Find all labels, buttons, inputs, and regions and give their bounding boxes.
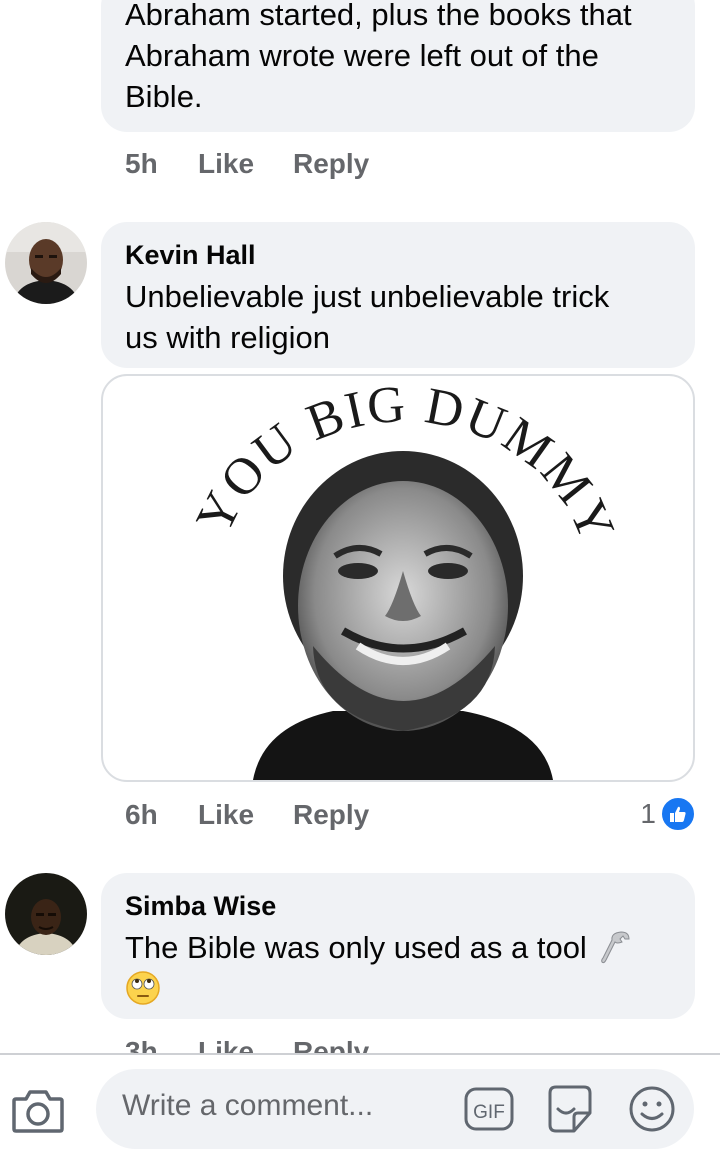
like-button[interactable]: Like bbox=[198, 799, 254, 831]
comment-time: 5h bbox=[125, 148, 158, 179]
emoji-icon[interactable] bbox=[628, 1085, 676, 1138]
sticker-icon[interactable] bbox=[544, 1083, 596, 1140]
comment-image[interactable]: YOU BIG DUMMY bbox=[101, 374, 695, 782]
comment-text-line: Abraham started, plus the books that bbox=[125, 0, 632, 32]
reaction-summary[interactable]: 1 bbox=[640, 796, 696, 832]
comment-input[interactable]: Write a comment... GIF bbox=[96, 1069, 694, 1149]
like-button[interactable]: Like bbox=[198, 148, 254, 180]
gif-icon[interactable]: GIF bbox=[464, 1087, 514, 1136]
comment-bubble: Kevin Hall Unbelievable just unbelievabl… bbox=[101, 222, 695, 368]
camera-icon[interactable] bbox=[12, 1087, 64, 1138]
comment-text-line: Bible. bbox=[125, 79, 203, 114]
comment-input-placeholder: Write a comment... bbox=[122, 1089, 374, 1122]
comment-text-line: Abraham wrote were left out of the bbox=[125, 38, 599, 73]
comment-text: Unbelievable just unbelievable trick us … bbox=[125, 276, 671, 358]
comment-text-line: us with religion bbox=[125, 320, 331, 355]
comment-time: 6h bbox=[125, 799, 158, 830]
comment-text: The Bible was only used as a tool bbox=[125, 927, 671, 968]
comment-text-line: Unbelievable just unbelievable trick bbox=[125, 279, 610, 314]
reaction-count: 1 bbox=[640, 798, 656, 829]
comment-text: Abraham started, plus the books that Abr… bbox=[125, 0, 671, 117]
reply-button[interactable]: Reply bbox=[293, 148, 369, 180]
wrench-emoji-icon bbox=[601, 930, 631, 966]
thumbs-up-icon bbox=[660, 796, 696, 832]
eye-roll-emoji-icon bbox=[125, 970, 161, 1006]
comment-author[interactable]: Kevin Hall bbox=[125, 238, 671, 272]
avatar[interactable] bbox=[5, 222, 87, 304]
comment-bubble: Abraham started, plus the books that Abr… bbox=[101, 0, 695, 132]
comment-bubble: Simba Wise The Bible was only used as a … bbox=[101, 873, 695, 1019]
reply-button[interactable]: Reply bbox=[293, 799, 369, 831]
svg-text:GIF: GIF bbox=[473, 1102, 505, 1123]
comment-composer: Write a comment... GIF bbox=[0, 1053, 720, 1160]
comment-author[interactable]: Simba Wise bbox=[125, 889, 671, 923]
avatar[interactable] bbox=[5, 873, 87, 955]
comment-text-line: The Bible was only used as a tool bbox=[125, 930, 587, 965]
